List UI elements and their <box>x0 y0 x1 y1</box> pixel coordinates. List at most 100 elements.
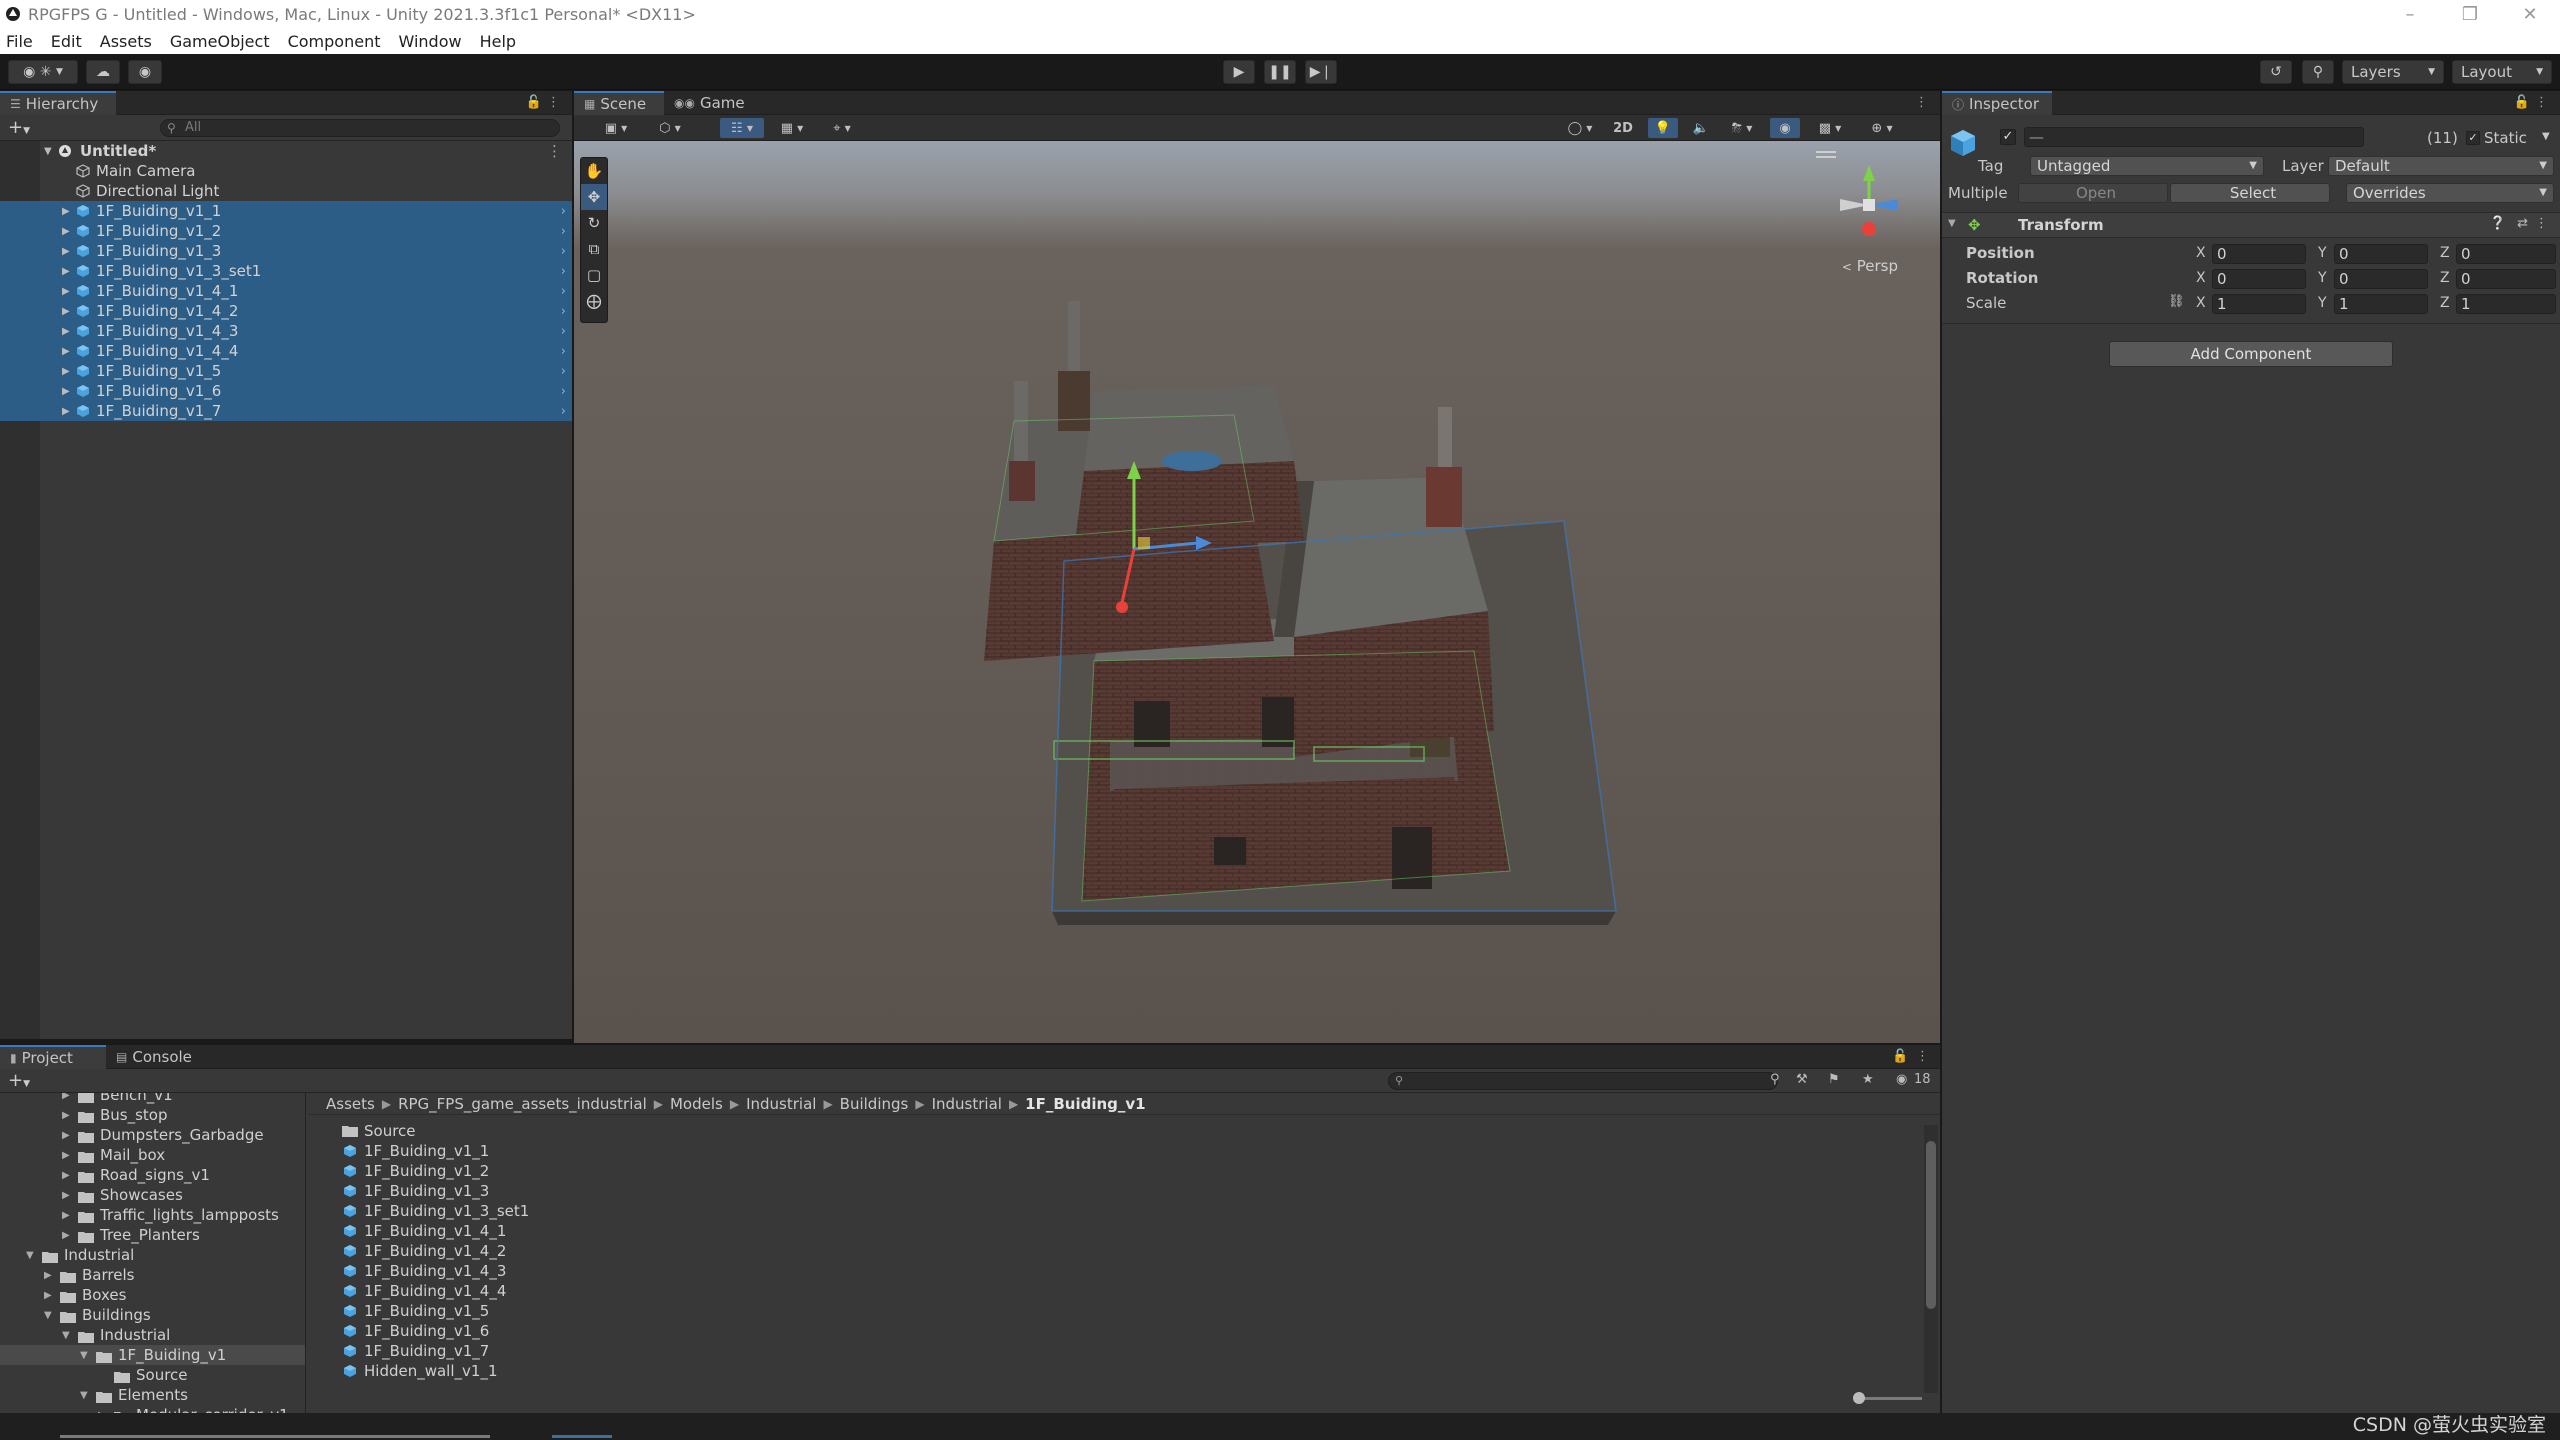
pivot-toggle[interactable]: ☷ ▼ <box>720 118 764 138</box>
lighting-toggle[interactable]: 💡 <box>1648 118 1678 138</box>
expand-arrow-icon[interactable]: ▶ <box>62 346 70 357</box>
shading-mode-dropdown[interactable]: ◯ ▼ <box>1560 118 1600 138</box>
hierarchy-item[interactable]: ▶ 1F_Buiding_v1_3_set1 › <box>0 261 572 281</box>
lock-icon[interactable]: 🔓 <box>2514 95 2530 110</box>
favorite-icon[interactable]: ★ <box>1862 1072 1874 1087</box>
active-checkbox[interactable]: ✓ <box>2000 129 2016 145</box>
chevron-right-icon[interactable]: › <box>561 404 566 419</box>
breadcrumb-item[interactable]: Industrial <box>746 1095 816 1113</box>
chevron-right-icon[interactable]: › <box>561 364 566 379</box>
file-list-scrollbar-thumb[interactable] <box>1926 1141 1936 1309</box>
breadcrumb-item[interactable]: Buildings <box>840 1095 909 1113</box>
menu-gameobject[interactable]: GameObject <box>168 32 272 51</box>
tag-dropdown[interactable]: Untagged ▼ <box>2030 156 2264 176</box>
folder-tree-item[interactable]: ▶ Bench_v1 <box>0 1093 305 1105</box>
rotation-x-field[interactable]: 0 <box>2212 269 2306 289</box>
add-object-button[interactable]: +▼ <box>8 117 30 138</box>
collapsed-arrow-icon[interactable]: ▶ <box>62 1230 70 1241</box>
transform-tool-icon[interactable]: ⨁ <box>581 288 607 314</box>
breadcrumb-item[interactable]: 1F_Buiding_v1 <box>1025 1095 1145 1113</box>
increment-snap-toggle[interactable]: ⌖ ▼ <box>820 118 864 138</box>
hierarchy-item[interactable]: ▶ 1F_Buiding_v1_4_3 › <box>0 321 572 341</box>
menu-edit[interactable]: Edit <box>49 32 84 51</box>
filter-by-label-icon[interactable]: ⚑ <box>1828 1072 1840 1087</box>
rect-tool-icon[interactable]: ▢ <box>581 262 607 288</box>
expanded-arrow-icon[interactable]: ▼ <box>26 1250 34 1261</box>
collapse-arrow-icon[interactable]: ▼ <box>1948 218 1956 229</box>
hierarchy-item[interactable]: ▶ 1F_Buiding_v1_5 › <box>0 361 572 381</box>
hierarchy-item[interactable]: ▶ 1F_Buiding_v1_4_2 › <box>0 301 572 321</box>
static-checkbox[interactable]: ✓ <box>2466 131 2480 145</box>
effects-dropdown[interactable]: ⛈ ▼ <box>1722 118 1762 138</box>
expand-arrow-icon[interactable]: ▶ <box>62 246 70 257</box>
camera-settings-dropdown[interactable]: ▩ ▼ <box>1808 118 1852 138</box>
chevron-right-icon[interactable]: › <box>561 384 566 399</box>
chevron-right-icon[interactable]: › <box>561 284 566 299</box>
rotation-y-field[interactable]: 0 <box>2334 269 2428 289</box>
asset-prefab[interactable]: 1F_Buiding_v1_6 <box>342 1321 489 1341</box>
expanded-arrow-icon[interactable]: ▼ <box>44 1310 52 1321</box>
expand-arrow-icon[interactable]: ▶ <box>62 366 70 377</box>
tab-hierarchy[interactable]: ☰ Hierarchy <box>0 91 116 115</box>
asset-prefab[interactable]: 1F_Buiding_v1_3_set1 <box>342 1201 529 1221</box>
chevron-right-icon[interactable]: › <box>561 204 566 219</box>
chevron-right-icon[interactable]: › <box>561 264 566 279</box>
render-mode-dropdown[interactable]: ⬡ ▼ <box>648 118 692 138</box>
hierarchy-item[interactable]: ▶ 1F_Buiding_v1_1 › <box>0 201 572 221</box>
folder-tree-item[interactable]: ▶ Road_signs_v1 <box>0 1165 305 1185</box>
collapsed-arrow-icon[interactable]: ▶ <box>62 1190 70 1201</box>
asset-prefab[interactable]: 1F_Buiding_v1_4_2 <box>342 1241 506 1261</box>
folder-tree-item[interactable]: ▼ 1F_Buiding_v1 <box>0 1345 305 1365</box>
perspective-toggle[interactable]: < Persp <box>1842 257 1898 275</box>
scene-viewport[interactable]: ✋ ✥ ↻ ⧉ ▢ ⨁ < Persp <box>574 141 1940 1043</box>
presets-icon[interactable]: ⇄ <box>2517 216 2528 231</box>
folder-tree-item[interactable]: ▶ Bus_stop <box>0 1105 305 1125</box>
expand-arrow-icon[interactable]: ▼ <box>44 146 52 157</box>
more-options-icon[interactable]: ⋮ <box>1916 1049 1929 1064</box>
maximize-button[interactable]: ❐ <box>2440 0 2500 28</box>
hierarchy-scene-row[interactable]: ▼ Untitled* ⋮ <box>0 141 572 161</box>
pause-button[interactable]: ❚❚ <box>1264 60 1296 84</box>
scale-y-field[interactable]: 1 <box>2334 294 2428 314</box>
breadcrumb-item[interactable]: Assets <box>326 1095 375 1113</box>
menu-help[interactable]: Help <box>478 32 518 51</box>
menu-component[interactable]: Component <box>286 32 383 51</box>
asset-prefab[interactable]: 1F_Buiding_v1_1 <box>342 1141 489 1161</box>
menu-file[interactable]: File <box>4 32 35 51</box>
tab-game[interactable]: ◉◉ Game <box>664 91 754 115</box>
expanded-arrow-icon[interactable]: ▼ <box>80 1390 88 1401</box>
collapsed-arrow-icon[interactable]: ▶ <box>44 1270 52 1281</box>
folder-tree-item[interactable]: ▶ Mail_box <box>0 1145 305 1165</box>
prefab-select-button[interactable]: Select <box>2170 183 2330 203</box>
folder-tree-item[interactable]: ▼ Elements <box>0 1385 305 1405</box>
hierarchy-search-input[interactable]: ⚲ All <box>160 119 560 137</box>
position-z-field[interactable]: 0 <box>2456 244 2556 264</box>
asset-prefab[interactable]: 1F_Buiding_v1_2 <box>342 1161 489 1181</box>
scale-x-field[interactable]: 1 <box>2212 294 2306 314</box>
asset-prefab[interactable]: 1F_Buiding_v1_4_3 <box>342 1261 506 1281</box>
collapsed-arrow-icon[interactable]: ▶ <box>62 1210 70 1221</box>
expand-arrow-icon[interactable]: ▶ <box>62 306 70 317</box>
expand-arrow-icon[interactable]: ▶ <box>62 406 70 417</box>
expand-arrow-icon[interactable]: ▶ <box>62 206 70 217</box>
prefab-open-button[interactable]: Open <box>2018 183 2168 203</box>
expanded-arrow-icon[interactable]: ▼ <box>80 1350 88 1361</box>
minimize-button[interactable]: – <box>2380 0 2440 28</box>
collapsed-arrow-icon[interactable]: ▶ <box>62 1110 70 1121</box>
breadcrumb-item[interactable]: RPG_FPS_game_assets_industrial <box>398 1095 647 1113</box>
folder-tree-item[interactable]: Source <box>0 1365 305 1385</box>
icon-size-slider-handle[interactable] <box>1853 1392 1865 1404</box>
breadcrumb-item[interactable]: Models <box>670 1095 723 1113</box>
hierarchy-item[interactable]: ▶ 1F_Buiding_v1_3 › <box>0 241 572 261</box>
create-asset-button[interactable]: +▼ <box>8 1070 30 1091</box>
cloud-button[interactable]: ☁ <box>86 60 120 84</box>
close-window-button[interactable]: ✕ <box>2500 0 2560 28</box>
folder-tree-item[interactable]: ▶ Dumpsters_Garbadge <box>0 1125 305 1145</box>
prefab-overrides-dropdown[interactable]: Overrides ▼ <box>2346 183 2554 203</box>
hidden-packages-icon[interactable]: ◉ <box>1896 1072 1907 1087</box>
hierarchy-item[interactable]: ▶ 1F_Buiding_v1_4_4 › <box>0 341 572 361</box>
folder-tree-item[interactable]: ▶ Barrels <box>0 1265 305 1285</box>
history-button[interactable]: ↺ <box>2260 60 2292 84</box>
grid-snap-toggle[interactable]: ▦ ▼ <box>770 118 814 138</box>
chevron-right-icon[interactable]: › <box>561 324 566 339</box>
